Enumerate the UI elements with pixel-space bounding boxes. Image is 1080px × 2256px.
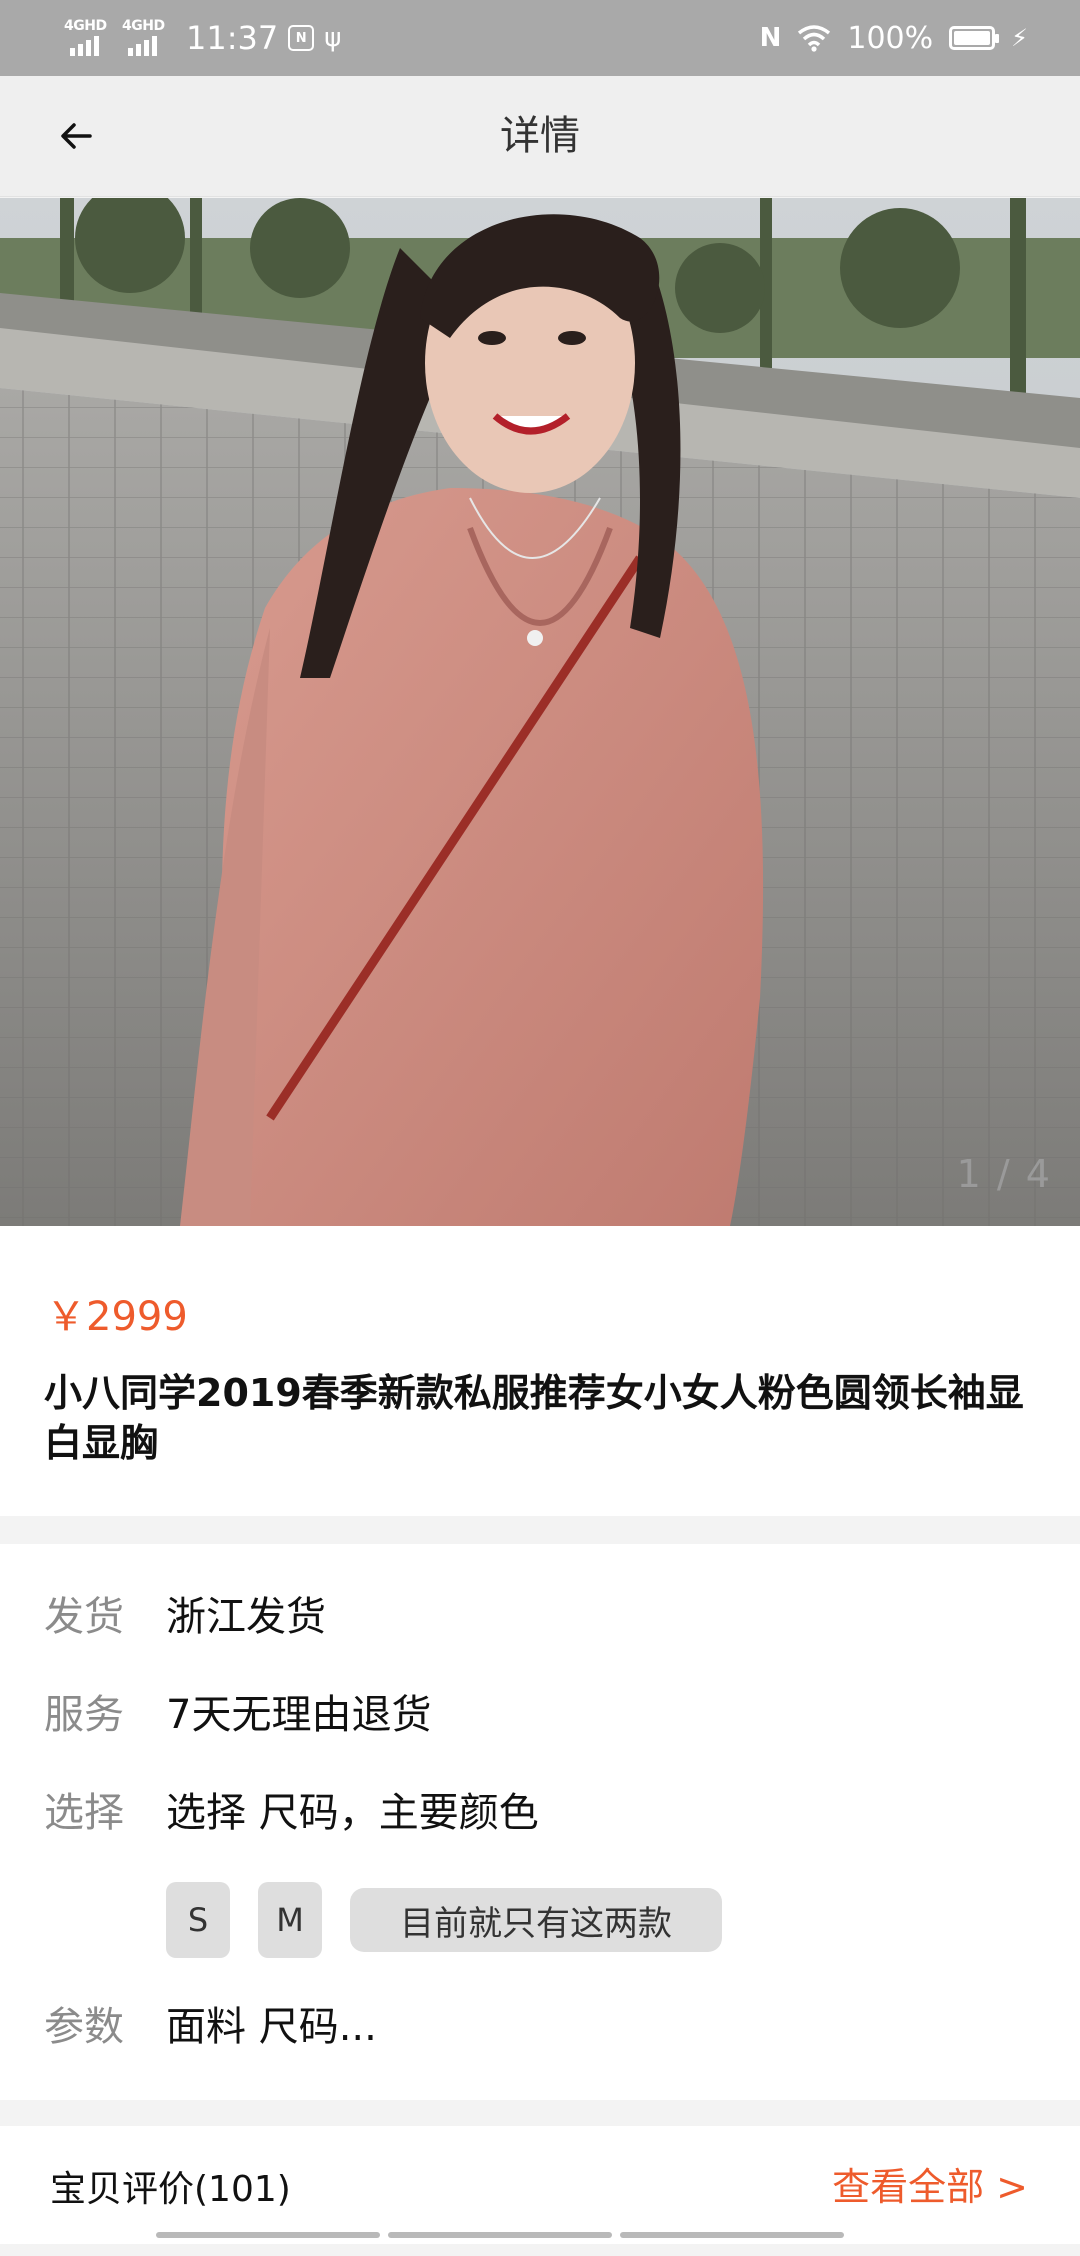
product-summary-card: ￥2999 小八同学2019春季新款私服推荐女小女人粉色圆领长袖显白显胸 [0, 1226, 1080, 1516]
clock: 11:37 [186, 19, 279, 57]
size-option-s[interactable]: S [166, 1882, 230, 1958]
params-row[interactable]: 参数 面料 尺码... [44, 1994, 377, 2052]
shipping-value: 浙江发货 [166, 1594, 326, 1640]
params-label: 参数 [44, 2004, 124, 2050]
status-bar: 4GHD 4GHD 11:37 N ψ N 100% ⚡ [0, 0, 1080, 76]
cellular-signal-icon-2: 4GHD [122, 16, 170, 60]
notification-app-icon: N [288, 25, 315, 51]
usb-icon: ψ [324, 23, 342, 53]
reviews-title: 宝贝评价(101) [50, 2169, 291, 2210]
product-image-carousel[interactable]: 1 / 4 [0, 198, 1080, 1226]
select-value[interactable]: 选择 尺码，主要颜色 [166, 1780, 539, 1838]
service-label: 服务 [44, 1692, 124, 1738]
reviews-section: 宝贝评价(101) 查看全部 > [0, 2126, 1080, 2244]
nfc-icon: N [759, 23, 782, 53]
cellular-signal-icon: 4GHD [64, 16, 112, 60]
service-value: 7天无理由退货 [166, 1692, 432, 1738]
shipping-label: 发货 [44, 1594, 124, 1640]
battery-percent: 100% [847, 20, 934, 56]
network-label-1: 4GHD [64, 18, 107, 34]
network-label-2: 4GHD [122, 18, 165, 34]
service-row: 服务 7天无理由退货 [44, 1682, 431, 1740]
product-info-card: 发货 浙江发货 服务 7天无理由退货 选择 选择 尺码，主要颜色 S M 目前就… [0, 1544, 1080, 2100]
charging-icon: ⚡ [1011, 24, 1028, 52]
size-options: S M 目前就只有这两款 [166, 1882, 722, 1958]
wifi-icon [798, 25, 831, 52]
size-note-chip[interactable]: 目前就只有这两款 [350, 1888, 722, 1952]
select-label: 选择 [44, 1790, 124, 1836]
product-price: ￥2999 [46, 1294, 188, 1340]
top-app-bar: 详情 [0, 76, 1080, 197]
scroll-indicator [0, 2232, 1080, 2244]
product-photo [0, 198, 1080, 1226]
product-title: 小八同学2019春季新款私服推荐女小女人粉色圆领长袖显白显胸 [44, 1371, 1024, 1465]
params-value[interactable]: 面料 尺码... [166, 1994, 377, 2052]
shipping-row: 发货 浙江发货 [44, 1584, 326, 1642]
select-row[interactable]: 选择 选择 尺码，主要颜色 [44, 1780, 539, 1838]
battery-icon [949, 26, 1000, 50]
image-counter: 1 / 4 [956, 1152, 1052, 1196]
view-all-reviews-link[interactable]: 查看全部 > [832, 2156, 1028, 2211]
page-title: 详情 [500, 113, 580, 159]
size-option-m[interactable]: M [258, 1882, 322, 1958]
